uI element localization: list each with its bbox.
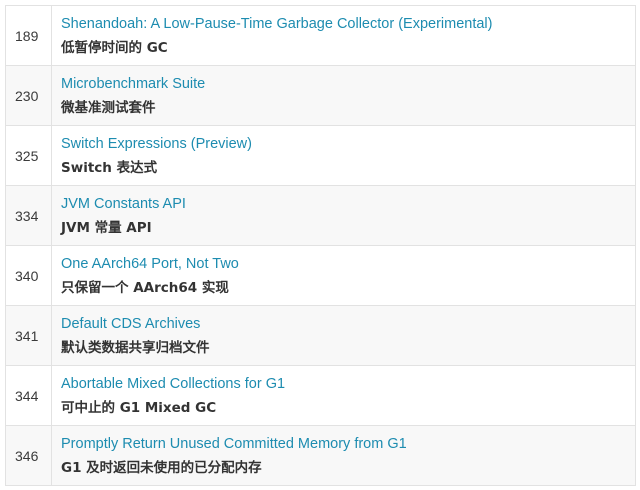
jep-title-cell: Shenandoah: A Low-Pause-Time Garbage Col… [51,5,636,66]
jep-title-link[interactable]: Abortable Mixed Collections for G1 [61,374,635,394]
jep-title-link[interactable]: Switch Expressions (Preview) [61,134,635,154]
jep-chinese-title: 低暂停时间的 GC [61,39,168,56]
jep-chinese-title: 只保留一个 AArch64 实现 [61,279,229,296]
jep-title-link[interactable]: One AArch64 Port, Not Two [61,254,635,274]
table-row: 340 One AArch64 Port, Not Two 只保留一个 AArch… [5,245,636,306]
jep-number: 341 [15,327,39,344]
jep-number-cell: 344 [5,365,52,426]
table-row: 341 Default CDS Archives 默认类数据共享归档文件 [5,305,636,366]
jep-title-link[interactable]: Default CDS Archives [61,314,635,334]
table-row: 346 Promptly Return Unused Committed Mem… [5,425,636,486]
jep-title-cell: Default CDS Archives 默认类数据共享归档文件 [51,305,636,366]
jep-number: 344 [15,387,39,404]
jep-title-cell: Microbenchmark Suite 微基准测试套件 [51,65,636,126]
jep-number-cell: 334 [5,185,52,246]
jep-chinese-title: 可中止的 G1 Mixed GC [61,399,217,416]
jep-chinese-title: G1 及时返回未使用的已分配内存 [61,459,262,476]
jep-title-link[interactable]: Promptly Return Unused Committed Memory … [61,434,635,454]
jep-title-cell: Switch Expressions (Preview) Switch 表达式 [51,125,636,186]
jep-chinese-title: 微基准测试套件 [61,99,156,116]
table-row: 334 JVM Constants API JVM 常量 API [5,185,636,246]
jep-title-cell: One AArch64 Port, Not Two 只保留一个 AArch64 实… [51,245,636,306]
jep-number-cell: 325 [5,125,52,186]
jep-title-cell: JVM Constants API JVM 常量 API [51,185,636,246]
jep-number-cell: 230 [5,65,52,126]
jep-number: 189 [15,27,39,44]
jep-number-cell: 346 [5,425,52,486]
jep-chinese-title: Switch 表达式 [61,159,158,176]
jep-chinese-title: JVM 常量 API [61,219,152,236]
jep-number-cell: 340 [5,245,52,306]
jep-title-link[interactable]: Shenandoah: A Low-Pause-Time Garbage Col… [61,14,635,34]
jep-feature-table: 189 Shenandoah: A Low-Pause-Time Garbage… [5,5,636,486]
jep-chinese-title: 默认类数据共享归档文件 [61,339,210,356]
jep-number-cell: 189 [5,5,52,66]
jep-title-link[interactable]: JVM Constants API [61,194,635,214]
jep-number: 346 [15,447,39,464]
table-row: 325 Switch Expressions (Preview) Switch 表… [5,125,636,186]
jep-number-cell: 341 [5,305,52,366]
jep-number: 334 [15,207,39,224]
jep-title-cell: Promptly Return Unused Committed Memory … [51,425,636,486]
table-row: 230 Microbenchmark Suite 微基准测试套件 [5,65,636,126]
jep-number: 340 [15,267,39,284]
jep-title-cell: Abortable Mixed Collections for G1 可中止的 G… [51,365,636,426]
jep-title-link[interactable]: Microbenchmark Suite [61,74,635,94]
jep-number: 230 [15,87,39,104]
jep-number: 325 [15,147,39,164]
table-row: 189 Shenandoah: A Low-Pause-Time Garbage… [5,5,636,66]
table-row: 344 Abortable Mixed Collections for G1 可中… [5,365,636,426]
